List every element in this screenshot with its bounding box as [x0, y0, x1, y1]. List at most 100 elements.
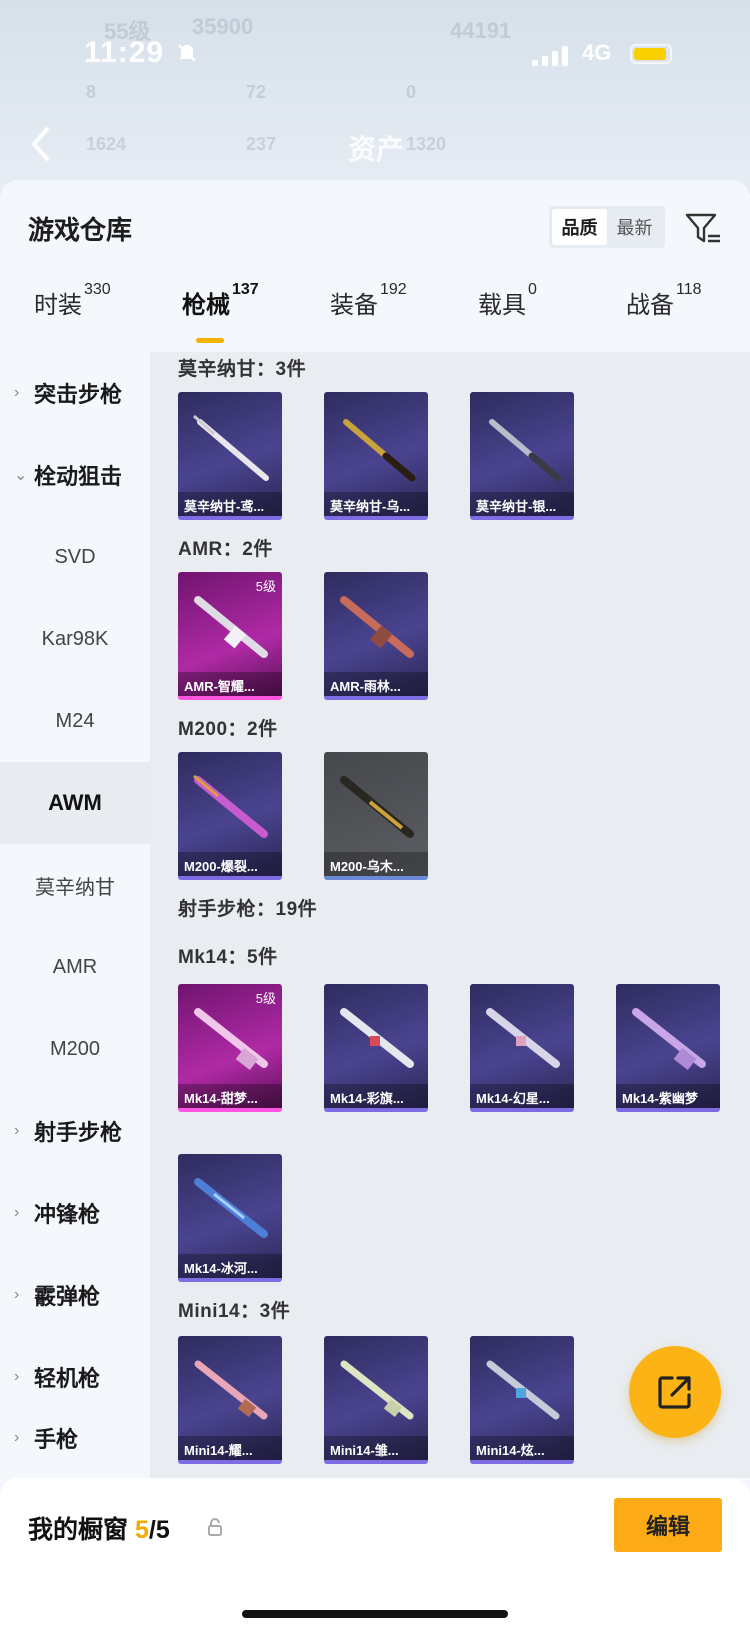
- weapon-name: Mini14-炫...: [470, 1436, 574, 1460]
- rifle-icon: [193, 774, 268, 838]
- rifle-icon: [340, 776, 414, 838]
- status-bar: 11:29 4G: [0, 36, 750, 76]
- group-title-mosin: 莫辛纳甘：3件: [178, 359, 307, 380]
- weapon-card[interactable]: Mk14-紫幽梦: [616, 984, 720, 1112]
- chevron-right-icon: ›: [14, 1368, 20, 1385]
- weapon-name: Mk14-幻星...: [470, 1084, 574, 1108]
- rifle-icon: [632, 1008, 706, 1071]
- nav-bar: 资产: [0, 122, 750, 172]
- chevron-right-icon: ›: [14, 384, 20, 401]
- weapon-grid: 莫辛纳甘：3件 莫辛纳甘-鸢... 莫辛纳甘-乌... 莫辛纳甘-银... AM…: [150, 352, 750, 1478]
- weapon-name: 莫辛纳甘-鸢...: [178, 492, 282, 516]
- edit-button[interactable]: 编辑: [614, 1498, 722, 1552]
- category-tabs: 时装330 枪械137 装备192 载具0 战备118: [0, 281, 750, 345]
- sidebar-item-m200[interactable]: M200: [0, 1008, 150, 1090]
- weapon-card[interactable]: M200-乌木...: [324, 752, 428, 880]
- tab-equipment[interactable]: 装备192: [330, 281, 407, 320]
- chevron-right-icon: ›: [14, 1204, 20, 1221]
- ghost-stat-2: 72: [246, 82, 267, 102]
- filter-icon[interactable]: [684, 210, 722, 248]
- weapon-card[interactable]: Mk14-冰河...: [178, 1154, 282, 1282]
- sidebar-item-lmg[interactable]: › 轻机枪: [0, 1336, 150, 1418]
- rifle-icon: [486, 1360, 560, 1420]
- sort-newest-button[interactable]: 最新: [607, 209, 662, 245]
- group-title-marksman: 射手步枪：19件: [178, 899, 318, 920]
- weapon-card[interactable]: 5级 Mk14-甜梦...: [178, 984, 282, 1112]
- battery-icon: [630, 44, 672, 64]
- sidebar-item-kar98k[interactable]: Kar98K: [0, 598, 150, 680]
- tab-fashion[interactable]: 时装330: [34, 281, 111, 320]
- sidebar-item-amr[interactable]: AMR: [0, 926, 150, 1008]
- signal-icon: [532, 44, 568, 66]
- rifle-icon: [194, 1008, 268, 1071]
- weapon-name: Mk14-彩旗...: [324, 1084, 428, 1108]
- showcase-bar: 我的橱窗 5/5 编辑: [0, 1478, 750, 1630]
- page-title: 游戏仓库: [28, 215, 133, 245]
- group-title-m200: M200：2件: [178, 719, 278, 740]
- sidebar-item-marksman[interactable]: › 射手步枪: [0, 1090, 150, 1172]
- weapon-name: AMR-智耀...: [178, 672, 282, 696]
- share-external-icon: [658, 1376, 691, 1409]
- weapon-card[interactable]: AMR-雨林...: [324, 572, 428, 700]
- ghost-stat-3: 0: [406, 82, 417, 102]
- tab-vehicles[interactable]: 载具0: [478, 281, 537, 320]
- bell-muted-icon: [176, 42, 198, 64]
- weapon-name: 莫辛纳甘-乌...: [324, 492, 428, 516]
- sidebar-item-pistol[interactable]: › 手枪: [0, 1418, 150, 1458]
- nav-title: 资产: [348, 134, 405, 165]
- group-title-mk14: Mk14：5件: [178, 947, 278, 968]
- warehouse-header: 游戏仓库 品质 最新 时装330 枪械137 装备192 载具0 战备118: [0, 180, 750, 360]
- status-time: 11:29: [84, 36, 165, 69]
- rifle-icon: [340, 1008, 414, 1068]
- weapon-name: AMR-雨林...: [324, 672, 428, 696]
- sort-quality-button[interactable]: 品质: [552, 209, 607, 245]
- weapon-card[interactable]: Mk14-彩旗...: [324, 984, 428, 1112]
- weapon-card[interactable]: Mini14-耀...: [178, 1336, 282, 1464]
- weapon-card[interactable]: 5级 AMR-智耀...: [178, 572, 282, 700]
- ghost-stat-1: 8: [86, 82, 97, 102]
- chevron-left-icon[interactable]: [26, 124, 56, 164]
- weapon-name: Mini14-雏...: [324, 1436, 428, 1460]
- network-label: 4G: [582, 40, 612, 65]
- sidebar-item-svd[interactable]: SVD: [0, 516, 150, 598]
- chevron-right-icon: ›: [14, 1122, 20, 1139]
- rifle-icon: [194, 1360, 268, 1420]
- weapon-name: M200-爆裂...: [178, 852, 282, 876]
- chevron-down-icon: ⌄: [14, 467, 28, 484]
- sidebar-item-m24[interactable]: M24: [0, 680, 150, 762]
- rifle-icon: [194, 596, 268, 658]
- weapon-card[interactable]: Mk14-幻星...: [470, 984, 574, 1112]
- active-tab-indicator: [196, 338, 224, 343]
- weapon-card[interactable]: 莫辛纳甘-鸢...: [178, 392, 282, 520]
- sidebar-item-shotgun[interactable]: › 霰弹枪: [0, 1254, 150, 1336]
- weapon-card[interactable]: 莫辛纳甘-乌...: [324, 392, 428, 520]
- weapon-name: Mk14-甜梦...: [178, 1084, 282, 1108]
- group-title-mini14: Mini14：3件: [178, 1301, 291, 1322]
- weapon-sidebar: › 突击步枪 ⌄ 栓动狙击 SVD Kar98K M24 AWM 莫辛纳甘 AMR …: [0, 352, 150, 1452]
- tab-firearms[interactable]: 枪械137: [182, 281, 259, 320]
- weapon-card[interactable]: Mini14-炫...: [470, 1336, 574, 1464]
- sidebar-item-awm[interactable]: AWM: [0, 762, 150, 844]
- rifle-icon: [192, 414, 269, 481]
- share-external-button[interactable]: [629, 1346, 721, 1438]
- chevron-right-icon: ›: [14, 1286, 20, 1303]
- weapon-card[interactable]: 莫辛纳甘-银...: [470, 392, 574, 520]
- weapon-name: M200-乌木...: [324, 852, 428, 876]
- lock-icon[interactable]: [207, 1518, 223, 1536]
- rifle-icon: [489, 419, 562, 482]
- sidebar-item-assault-rifle[interactable]: › 突击步枪: [0, 352, 150, 434]
- weapon-name: 莫辛纳甘-银...: [470, 492, 574, 516]
- sidebar-item-bolt-sniper[interactable]: ⌄ 栓动狙击: [0, 434, 150, 516]
- tab-gear[interactable]: 战备118: [626, 281, 702, 320]
- rifle-icon: [194, 1178, 268, 1238]
- sidebar-item-mosin[interactable]: 莫辛纳甘: [0, 844, 150, 926]
- weapon-name: Mk14-紫幽梦: [616, 1084, 720, 1108]
- chevron-right-icon: ›: [14, 1429, 20, 1446]
- weapon-card[interactable]: Mini14-雏...: [324, 1336, 428, 1464]
- rifle-icon: [340, 1360, 414, 1420]
- sort-toggle: 品质 最新: [549, 206, 665, 248]
- sidebar-item-smg[interactable]: › 冲锋枪: [0, 1172, 150, 1254]
- weapon-card[interactable]: M200-爆裂...: [178, 752, 282, 880]
- group-title-amr: AMR：2件: [178, 539, 273, 560]
- rifle-icon: [343, 419, 416, 482]
